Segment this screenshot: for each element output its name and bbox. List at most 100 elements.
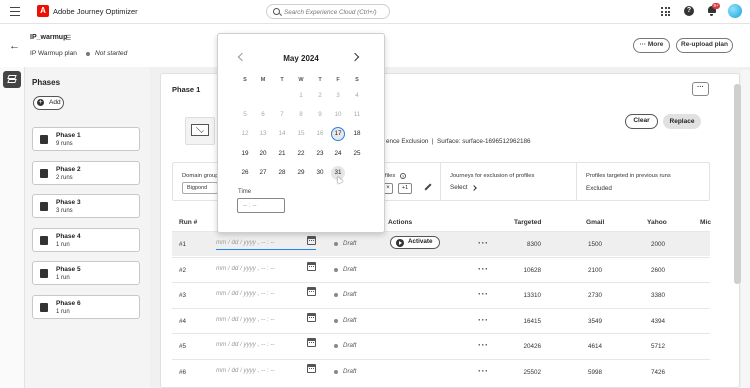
phase-more-button[interactable]: ··· xyxy=(692,82,709,96)
calendar-day[interactable]: 21 xyxy=(275,147,289,161)
replace-button[interactable]: Replace xyxy=(663,114,701,129)
phase-card-6[interactable]: Phase 61 run xyxy=(32,294,140,319)
calendar-day[interactable]: 26 xyxy=(238,166,252,180)
phase-icon xyxy=(40,235,48,245)
plus-one-tag[interactable]: +1 xyxy=(398,183,412,194)
calendar-day[interactable]: 27 xyxy=(256,166,270,180)
prev-runs-label: Profiles targeted in previous runs xyxy=(586,173,671,179)
help-icon[interactable]: ? xyxy=(684,6,694,16)
journeys-exclusion-label: Journeys for exclusion of profiles xyxy=(450,173,535,179)
domain-group-select[interactable]: Bigpond xyxy=(182,182,218,194)
row-more-icon[interactable]: ··· xyxy=(478,238,489,248)
journeys-select[interactable]: Select xyxy=(450,184,468,191)
row-more-icon[interactable]: ··· xyxy=(478,264,489,274)
yahoo-value: 5712 xyxy=(650,343,665,350)
calendar-day[interactable]: 18 xyxy=(350,127,364,141)
calendar-day[interactable]: 12 xyxy=(238,127,252,141)
calendar-day[interactable]: 2 xyxy=(313,89,327,103)
phase-card-runs: 3 runs xyxy=(56,208,73,214)
calendar-day[interactable]: 1 xyxy=(294,89,308,103)
run-status: Draft xyxy=(343,265,357,273)
scrollbar-track[interactable] xyxy=(741,70,750,388)
back-arrow-icon[interactable]: ← xyxy=(9,40,20,52)
date-time-input[interactable]: mm / dd / yyyy , -- : -- xyxy=(216,313,316,327)
run-status: Draft xyxy=(343,316,357,324)
time-input[interactable]: -- : -- xyxy=(237,198,285,213)
calendar-day[interactable]: 5 xyxy=(238,108,252,122)
more-button[interactable]: ··· More xyxy=(633,38,670,53)
row-more-icon[interactable]: ··· xyxy=(478,340,489,350)
weekday-label: F xyxy=(336,77,340,83)
date-time-input[interactable]: mm / dd / yyyy , -- : -- xyxy=(216,262,316,276)
add-phase-button[interactable]: + Add xyxy=(33,96,64,110)
phase-icon xyxy=(40,302,48,312)
calendar-icon[interactable] xyxy=(307,338,316,347)
calendar-day[interactable]: 3 xyxy=(331,89,345,103)
calendar-day[interactable]: 20 xyxy=(256,147,270,161)
activate-button[interactable]: Activate xyxy=(390,236,440,249)
calendar-icon[interactable] xyxy=(307,261,316,271)
calendar-day[interactable]: 4 xyxy=(350,89,364,103)
weekday-label: T xyxy=(280,77,284,83)
phase-card-runs: 1 run xyxy=(56,308,70,315)
row-more-icon[interactable]: ··· xyxy=(478,366,489,376)
search-input[interactable]: Search Experience Cloud (Ctrl+/) xyxy=(266,4,390,19)
calendar-day[interactable]: 16 xyxy=(313,127,327,141)
phase-card-3[interactable]: Phase 3 3 runs xyxy=(32,194,140,218)
settings-sliders-icon[interactable]: ☰ xyxy=(65,34,71,42)
calendar-day[interactable]: 8 xyxy=(294,108,308,122)
row-more-icon[interactable]: ··· xyxy=(478,289,489,299)
calendar-day[interactable]: 28 xyxy=(275,166,289,180)
date-time-input[interactable]: mm / dd / yyyy , -- : -- xyxy=(216,236,316,250)
exclusion-text: ence Exclusion xyxy=(386,138,429,145)
date-time-input[interactable]: mm / dd / yyyy , -- : -- xyxy=(216,338,316,352)
info-icon[interactable]: ? xyxy=(400,173,406,179)
phase-card-5[interactable]: Phase 5 1 run xyxy=(32,261,140,285)
calendar-day[interactable]: 25 xyxy=(350,147,364,161)
search-icon xyxy=(273,8,280,15)
reupload-plan-button[interactable]: Re-upload plan xyxy=(676,38,733,53)
table-row: #3 mm / dd / yyyy , -- : -- Draft ··· 13310 2… xyxy=(172,282,710,307)
scrollbar-thumb[interactable] xyxy=(734,84,741,284)
calendar-day[interactable]: 22 xyxy=(294,147,308,161)
calendar-day[interactable]: 29 xyxy=(294,166,308,180)
phase-card-2[interactable]: Phase 22 runs xyxy=(32,160,140,185)
phase-icon xyxy=(40,202,48,211)
calendar-icon[interactable] xyxy=(307,287,316,296)
calendar-day[interactable]: 15 xyxy=(294,127,308,141)
calendar-icon[interactable] xyxy=(307,236,316,245)
calendar-day[interactable]: 14 xyxy=(275,127,289,141)
calendar-day[interactable]: 7 xyxy=(275,108,289,122)
row-more-icon[interactable]: ··· xyxy=(478,315,489,325)
clear-button[interactable]: Clear xyxy=(625,114,658,129)
avatar[interactable] xyxy=(728,4,742,18)
time-label: Time xyxy=(238,189,252,195)
yahoo-value: 4394 xyxy=(650,317,665,325)
phase-card-4[interactable]: Phase 41 run xyxy=(32,227,140,252)
layers-icon[interactable] xyxy=(3,71,21,88)
calendar-day[interactable]: 13 xyxy=(256,127,270,141)
calendar-day[interactable]: 19 xyxy=(238,147,252,161)
apps-grid-icon[interactable] xyxy=(661,7,670,16)
calendar-icon[interactable] xyxy=(307,312,316,322)
calendar-day[interactable]: 6 xyxy=(256,108,270,122)
calendar-icon[interactable] xyxy=(307,363,316,373)
calendar-day[interactable]: 9 xyxy=(313,108,327,122)
phase-card-1[interactable]: Phase 1 9 runs xyxy=(32,127,140,151)
calendar-day[interactable]: 17 xyxy=(331,127,345,141)
calendar-day[interactable]: 10 xyxy=(331,108,345,122)
adobe-logo[interactable]: A xyxy=(37,5,49,17)
col-yahoo: Yahoo xyxy=(647,219,667,226)
table-row: #4 mm / dd / yyyy , -- : -- Draft ··· 16415 3… xyxy=(172,307,710,333)
calendar-day[interactable]: 30 xyxy=(313,166,327,180)
date-time-input[interactable]: mm / dd / yyyy , -- : -- xyxy=(216,287,316,301)
date-time-input[interactable]: mm / dd / yyyy , -- : -- xyxy=(216,364,316,378)
calendar-day[interactable]: 11 xyxy=(350,108,364,122)
plan-name: IP_warmup xyxy=(30,34,68,41)
more-label: More xyxy=(647,41,664,48)
menu-icon[interactable] xyxy=(10,7,20,17)
calendar-day[interactable]: 24 xyxy=(331,147,345,161)
calendar-day[interactable]: 23 xyxy=(313,147,327,161)
run-number: #6 xyxy=(179,368,187,376)
yahoo-value: 2000 xyxy=(650,241,665,248)
